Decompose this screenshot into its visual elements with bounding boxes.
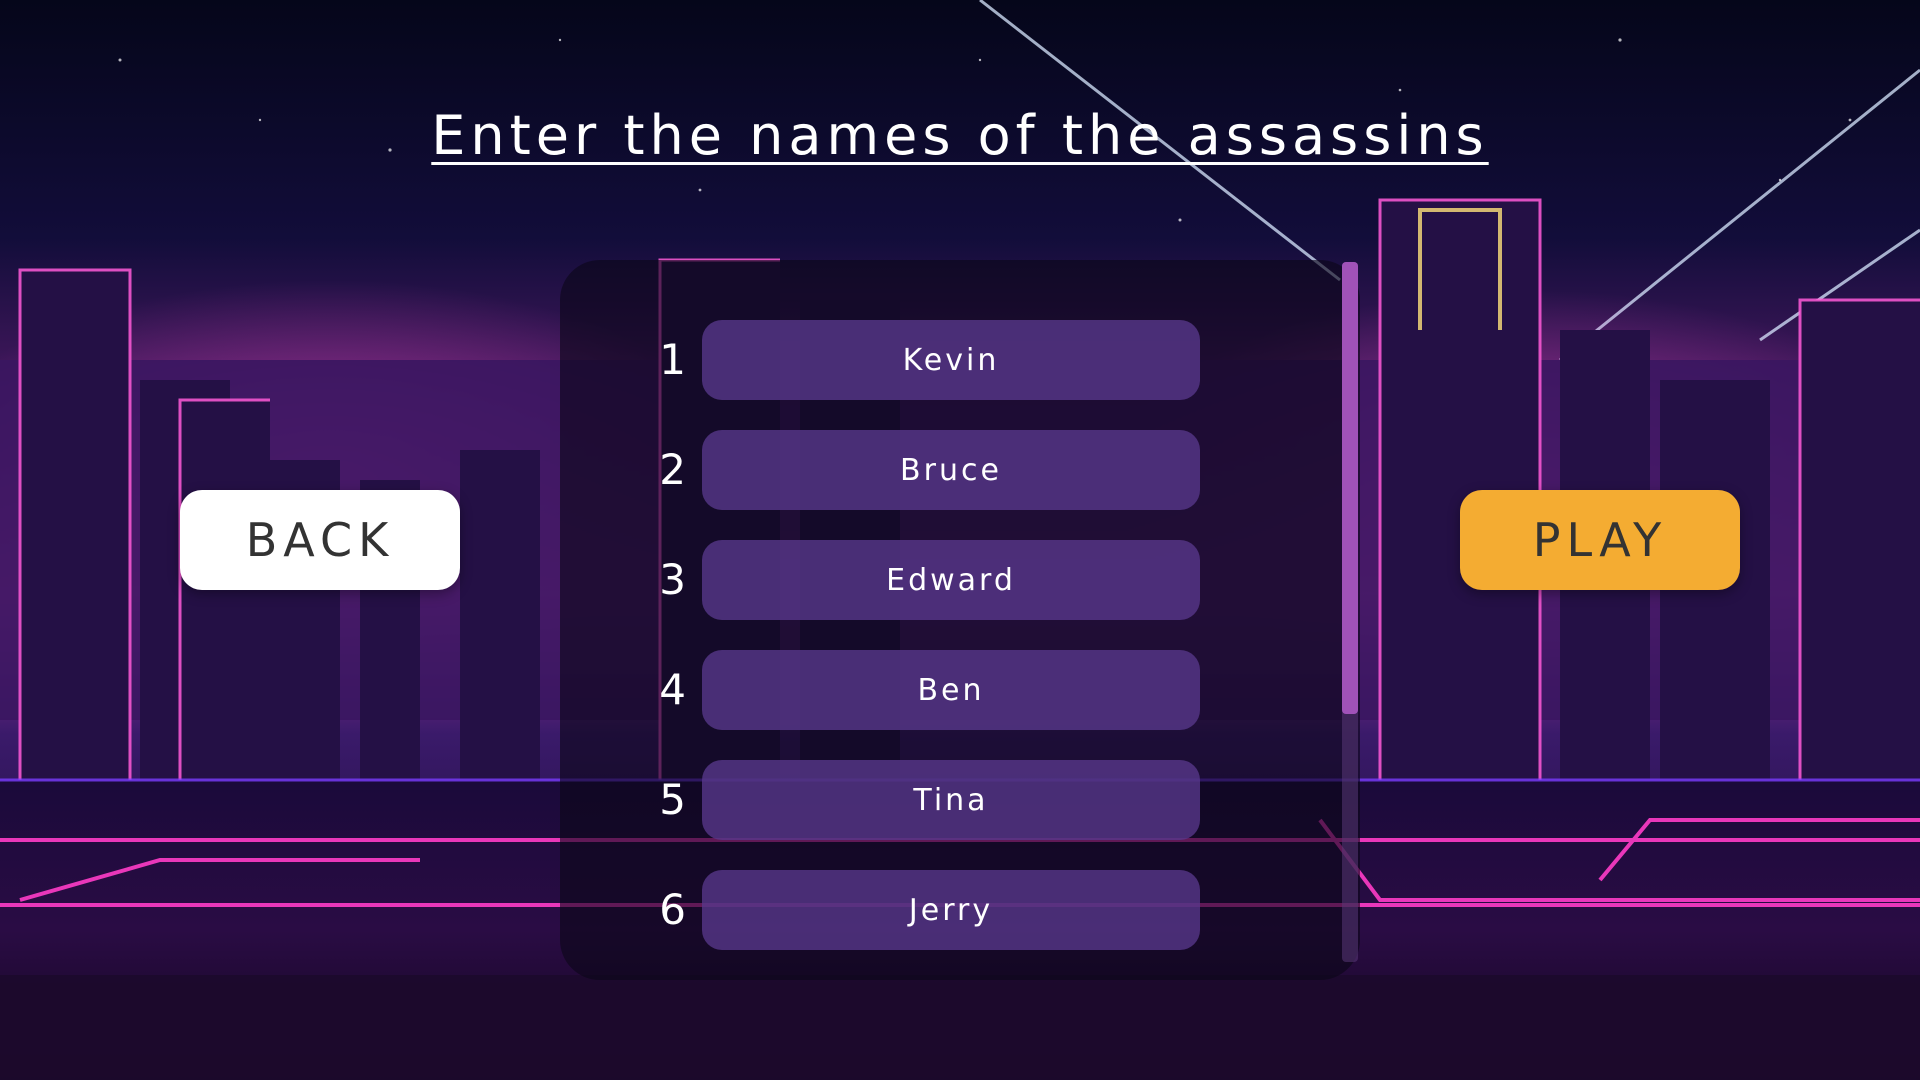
player-number: 1 bbox=[659, 335, 686, 384]
player-name-field[interactable]: Ben bbox=[702, 650, 1200, 730]
player-number: 5 bbox=[659, 775, 686, 824]
player-name-field[interactable]: Tina bbox=[702, 760, 1200, 840]
scrollbar-thumb[interactable] bbox=[1342, 262, 1358, 714]
player-number: 6 bbox=[659, 885, 686, 934]
player-number: 2 bbox=[659, 445, 686, 494]
play-button[interactable]: PLAY bbox=[1460, 490, 1740, 590]
player-name-field[interactable]: Bruce bbox=[702, 430, 1200, 510]
back-button[interactable]: BACK bbox=[180, 490, 460, 590]
player-number: 4 bbox=[659, 665, 686, 714]
player-name-field[interactable]: Edward bbox=[702, 540, 1200, 620]
player-number: 3 bbox=[659, 555, 686, 604]
player-name-field[interactable]: Kevin bbox=[702, 320, 1200, 400]
player-name-field[interactable]: Jerry bbox=[702, 870, 1200, 950]
page-title: Enter the names of the assassins bbox=[431, 104, 1489, 167]
game-screen: Enter the names of the assassins BACK PL… bbox=[0, 0, 1920, 1080]
